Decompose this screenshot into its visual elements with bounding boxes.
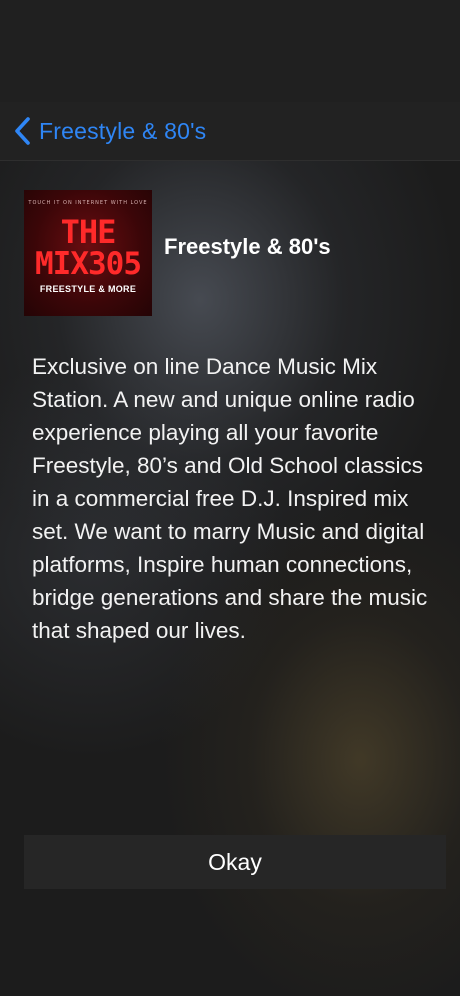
- status-bar: [0, 0, 460, 102]
- okay-button[interactable]: Okay: [24, 835, 446, 889]
- logo-tagline: TOUCH IT ON INTERNET WITH LOVE: [28, 200, 148, 206]
- logo-subtitle: FREESTYLE & MORE: [39, 284, 137, 294]
- station-title: Freestyle & 80's: [164, 234, 331, 259]
- station-header: TOUCH IT ON INTERNET WITH LOVE THE MIX30…: [24, 190, 331, 316]
- station-logo: TOUCH IT ON INTERNET WITH LOVE THE MIX30…: [24, 190, 152, 316]
- station-description: Exclusive on line Dance Music Mix Statio…: [32, 354, 428, 643]
- back-button[interactable]: Freestyle & 80's: [12, 115, 206, 147]
- logo-line-2: MIX305: [35, 246, 142, 282]
- logo-line-1: THE: [60, 213, 117, 251]
- navigation-bar: Freestyle & 80's: [0, 102, 460, 161]
- back-label: Freestyle & 80's: [39, 117, 207, 144]
- chevron-left-icon: [15, 117, 30, 145]
